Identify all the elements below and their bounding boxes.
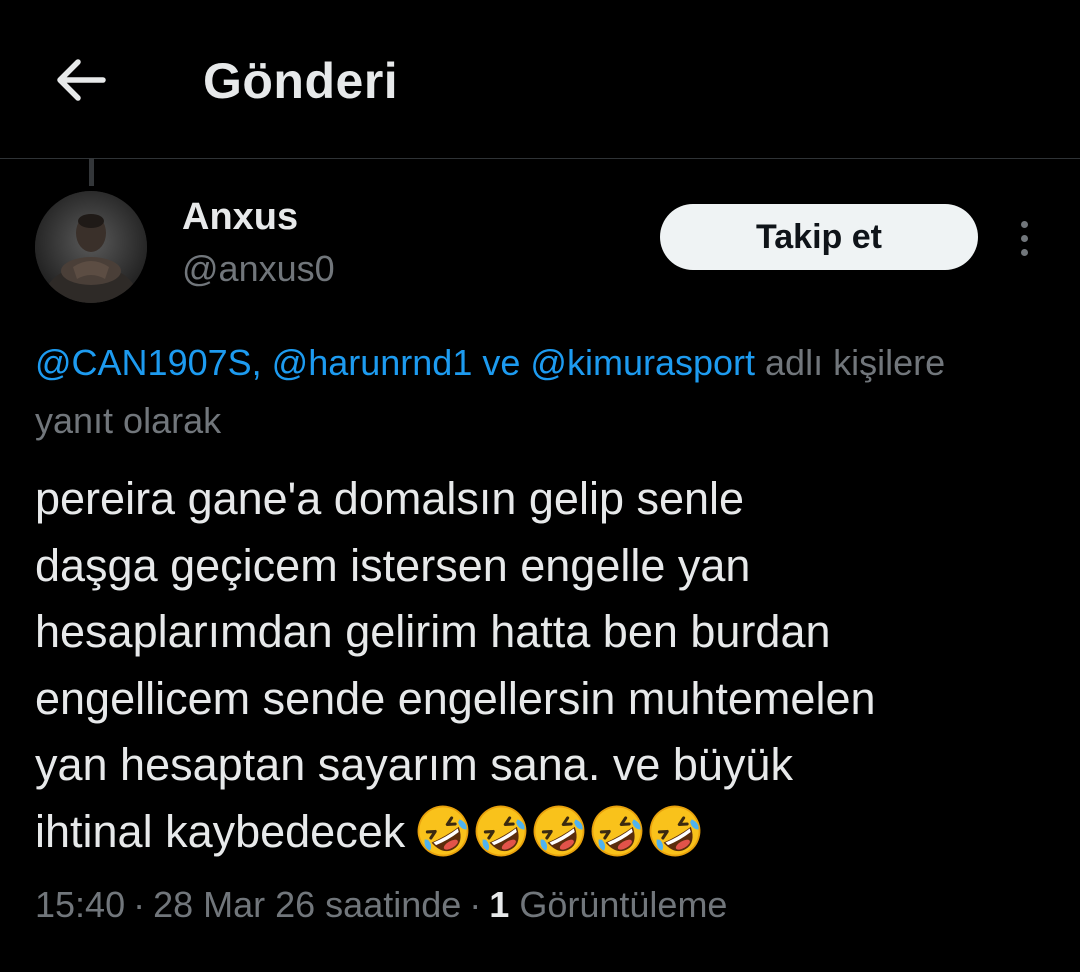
tweet-line: engellicem sende engellersin muhtemelen	[35, 672, 876, 724]
meta-separator: ·	[133, 884, 146, 925]
mention-link[interactable]: @kimurasport	[530, 342, 755, 383]
tweet-line: ihtinal kaybedecek	[35, 805, 406, 857]
post-page: Gönderi Anxus @anxus0 Takip et @CAN1907S	[0, 0, 1080, 972]
views-label: Görüntüleme	[519, 884, 728, 925]
post-time[interactable]: 15:40	[35, 884, 125, 925]
follow-button[interactable]: Takip et	[660, 204, 978, 270]
back-button[interactable]	[44, 48, 116, 112]
rofl-emoji-icon	[475, 805, 527, 856]
emoji-group	[415, 803, 703, 859]
author-name[interactable]: Anxus	[182, 196, 298, 239]
avatar-image	[35, 191, 147, 303]
page-title: Gönderi	[203, 53, 399, 109]
mention-link[interactable]: @CAN1907S,	[35, 342, 262, 383]
tweet-line-last: ihtinal kaybedecek	[35, 799, 1065, 866]
more-vertical-icon	[1020, 220, 1028, 256]
rofl-emoji-icon	[417, 805, 469, 856]
tweet-line: yan hesaptan sayarım sana. ve büyük	[35, 739, 793, 790]
top-bar: Gönderi	[0, 0, 1080, 159]
more-options-button[interactable]	[1004, 212, 1044, 264]
tweet-text: pereira gane'a domalsın gelip senle daşg…	[35, 466, 1065, 865]
rofl-emoji-icon	[649, 805, 701, 856]
post-meta: 15:40 · 28 Mar 26 saatinde · 1 Görüntüleme	[35, 884, 727, 926]
avatar[interactable]	[35, 191, 147, 303]
tweet-line: daşga geçicem istersen engelle yan	[35, 539, 751, 591]
views-count: 1	[489, 884, 510, 925]
post-date[interactable]: 28 Mar 26 saatinde	[153, 884, 461, 925]
reply-suffix: adlı kişilere	[765, 342, 946, 383]
mention-link[interactable]: @harunrnd1	[272, 342, 473, 383]
meta-separator: ·	[469, 884, 482, 925]
rofl-emoji-icon	[591, 805, 643, 856]
tweet-line: pereira gane'a domalsın gelip senle	[35, 473, 745, 524]
arrow-left-icon	[57, 59, 106, 101]
tweet-line: hesaplarımdan gelirim hatta ben burdan	[35, 606, 831, 657]
rofl-emoji-icon	[533, 805, 585, 856]
thread-connector	[89, 158, 94, 186]
reply-connector: ve	[482, 342, 521, 383]
reply-context: @CAN1907S, @harunrnd1 ve @kimurasport ad…	[35, 334, 1080, 450]
reply-suffix-line2: yanıt olarak	[35, 400, 222, 441]
author-handle[interactable]: @anxus0	[182, 248, 335, 290]
